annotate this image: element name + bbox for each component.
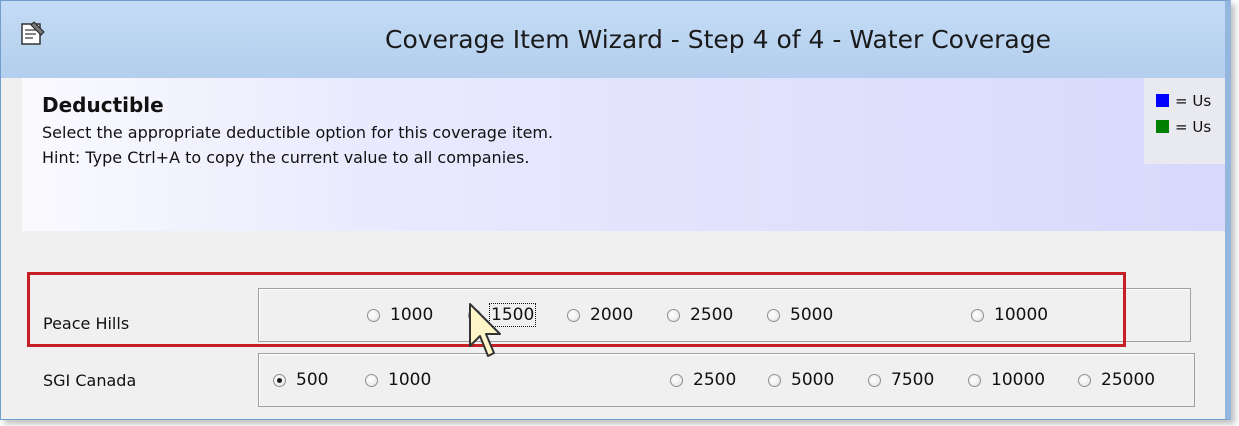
wizard-window: Coverage Item Wizard - Step 4 of 4 - Wat… [0,0,1231,420]
radio-sgi-canada-5000[interactable]: 5000 [768,354,834,406]
window-title: Coverage Item Wizard - Step 4 of 4 - Wat… [385,25,1051,54]
company-label-sgi-canada: SGI Canada [43,371,137,390]
radio-icon [670,373,683,387]
radio-icon [971,308,984,322]
radio-sgi-canada-2500[interactable]: 2500 [670,354,736,406]
section-description: Select the appropriate deductible option… [42,123,554,142]
mouse-pointer-icon [469,303,501,357]
radio-icon [767,308,780,322]
section-hint: Hint: Type Ctrl+A to copy the current va… [42,148,530,167]
section-title: Deductible [42,93,164,117]
legend: = Us = Us [1144,78,1225,164]
company-label-peace-hills: Peace Hills [43,314,130,333]
radio-sgi-canada-7500[interactable]: 7500 [868,354,934,406]
radio-icon [968,373,981,387]
radio-peace-hills-10000[interactable]: 10000 [971,289,1048,341]
radio-peace-hills-1000[interactable]: 1000 [367,289,433,341]
step-header: Deductible Select the appropriate deduct… [22,78,1225,231]
radio-peace-hills-2000[interactable]: 2000 [567,289,633,341]
radio-sgi-canada-1000[interactable]: 1000 [365,354,431,406]
radio-icon [868,373,881,387]
title-bar[interactable]: Coverage Item Wizard - Step 4 of 4 - Wat… [1,1,1225,78]
radio-icon [1078,373,1091,387]
legend-item: = Us [1156,92,1211,110]
radio-sgi-canada-25000[interactable]: 25000 [1078,354,1155,406]
radio-sgi-canada-10000[interactable]: 10000 [968,354,1045,406]
radio-icon [367,308,380,322]
properties-icon [21,21,45,45]
legend-item: = Us [1156,118,1211,136]
legend-swatch-blue [1156,94,1169,107]
radio-icon [567,308,580,322]
radio-checked-icon [273,373,286,387]
radio-sgi-canada-500[interactable]: 500 [273,354,328,406]
deductible-options-peace-hills: 1000 1500 2000 2500 5000 10000 [258,288,1191,342]
radio-peace-hills-2500[interactable]: 2500 [667,289,733,341]
deductible-options-sgi-canada: 500 1000 2500 5000 7500 10000 25000 [258,353,1195,407]
legend-swatch-green [1156,120,1169,133]
radio-peace-hills-5000[interactable]: 5000 [767,289,833,341]
radio-icon [365,373,378,387]
radio-icon [667,308,680,322]
radio-icon [768,373,781,387]
